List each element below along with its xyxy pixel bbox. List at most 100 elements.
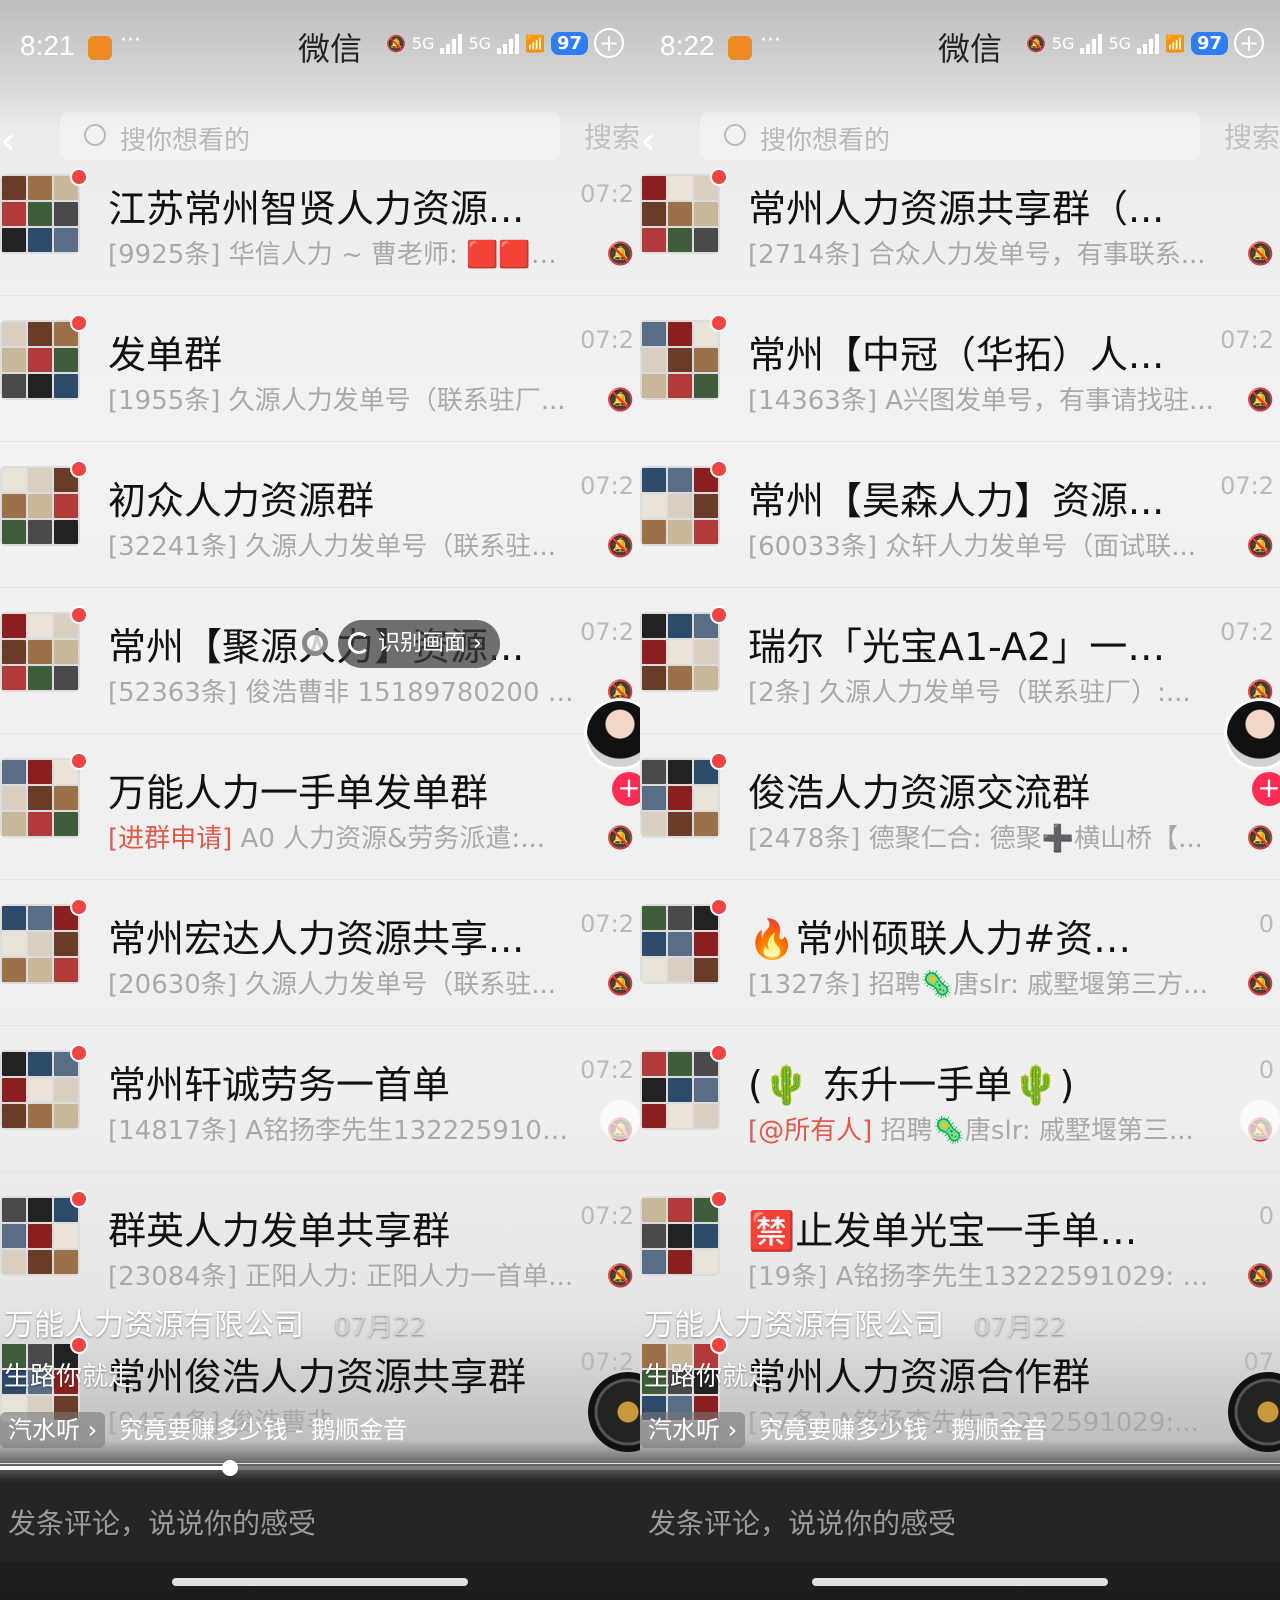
group-avatar[interactable] — [0, 1196, 80, 1276]
chat-name: 常州人力资源合作群 — [748, 1355, 1091, 1399]
chat-time: 07:2 — [1220, 472, 1274, 500]
chat-row[interactable]: 常州人力资源共享群（... [2714条] 合众人力发单号，有事联系... 🔕 — [640, 150, 1280, 296]
chat-preview: [1327条] 招聘🦠唐slr: 戚墅堰第三方... — [748, 964, 1218, 1001]
recognize-screen-button[interactable]: 识别画面 › — [338, 620, 500, 668]
chat-row[interactable]: 瑞尔「光宝A1-A2」一手... [2条] 久源人力发单号（联系驻厂）:... 07… — [640, 588, 1280, 734]
unread-dot-icon — [70, 460, 88, 478]
chat-preview-text: [14817条] A铭扬李先生13222591029... — [108, 1116, 578, 1146]
music-bar[interactable]: 汽水听 › 究竟要赚多少钱 - 鹅顺金音 — [0, 1410, 407, 1448]
group-avatar[interactable] — [640, 466, 720, 546]
comment-input[interactable]: 发条评论，说说你的感受 — [640, 1482, 1280, 1562]
chat-name: 常州【昊森人力】资源... — [748, 479, 1165, 523]
group-avatar[interactable] — [640, 1196, 720, 1276]
progress-knob[interactable] — [222, 1460, 239, 1476]
chat-name: 群英人力发单共享群 — [108, 1209, 451, 1253]
chat-name: 🈲止发单光宝一手单发... — [748, 1209, 1168, 1253]
chat-preview: [60033条] 众轩人力发单号（面试联... — [748, 526, 1218, 563]
mute-bell-icon: 🔕 — [606, 534, 634, 559]
video-progress[interactable] — [0, 1460, 640, 1476]
group-avatar[interactable] — [640, 1050, 720, 1130]
chat-row[interactable]: 初众人力资源群 [32241条] 久源人力发单号（联系驻... 07:2 🔕 — [0, 442, 640, 588]
chat-preview-text: A0 人力资源&劳务派遣:... — [232, 824, 545, 854]
mute-bell-icon: 🔕 — [1246, 972, 1274, 997]
unread-dot-icon — [70, 898, 88, 916]
add-icon[interactable]: + — [1234, 28, 1264, 58]
chat-name: (🌵 东升一手单🌵) — [748, 1063, 1075, 1107]
chat-preview: [14363条] A兴图发单号，有事请找驻... — [748, 380, 1218, 417]
group-avatar[interactable] — [0, 174, 80, 254]
chat-name: 常州【中冠（华拓）人... — [748, 333, 1165, 377]
unread-dot-icon — [710, 606, 728, 624]
chat-preview: [32241条] 久源人力发单号（联系驻... — [108, 526, 578, 563]
chat-time: 07:2 — [580, 472, 634, 500]
chat-preview: [23084条] 正阳人力: 正阳人力一首单... — [108, 1256, 578, 1293]
comment-input[interactable]: 发条评论，说说你的感受 — [0, 1482, 640, 1562]
follow-plus-icon[interactable]: + — [612, 772, 640, 806]
chat-time: 07:2 — [580, 618, 634, 646]
chat-row[interactable]: 俊浩人力资源交流群 [2478条] 德聚仁合: 德聚➕横山桥【... 🔕 — [640, 734, 1280, 880]
follow-plus-icon[interactable]: + — [1252, 772, 1280, 806]
add-icon[interactable]: + — [594, 28, 624, 58]
mute-bell-icon: 🔕 — [606, 388, 634, 413]
signal-icon-2 — [1137, 32, 1160, 54]
chat-row[interactable]: 万能人力一手单发单群 [进群申请] A0 人力资源&劳务派遣:... 🔕 — [0, 734, 640, 880]
network-label: 5G — [1051, 33, 1075, 53]
group-avatar[interactable] — [640, 758, 720, 838]
group-avatar[interactable] — [0, 612, 80, 692]
group-avatar[interactable] — [0, 758, 80, 838]
chat-row[interactable]: 常州宏达人力资源共享... [20630条] 久源人力发单号（联系驻... 07:2… — [0, 880, 640, 1026]
chat-preview-text: [19条] A铭扬李先生13222591029: 铭... — [748, 1262, 1218, 1292]
group-avatar[interactable] — [640, 904, 720, 984]
chat-name: 常州俊浩人力资源共享群 — [108, 1355, 527, 1399]
unread-dot-icon — [70, 168, 88, 186]
chat-time: 0 — [1258, 1202, 1274, 1230]
chat-preview-text: [2条] 久源人力发单号（联系驻厂）:... — [748, 678, 1191, 708]
chat-row[interactable]: 常州【昊森人力】资源... [60033条] 众轩人力发单号（面试联... 07:2… — [640, 442, 1280, 588]
group-avatar[interactable] — [0, 466, 80, 546]
battery-indicator: 97 — [550, 31, 588, 55]
unread-dot-icon — [710, 1044, 728, 1062]
chat-preview: [1955条] 久源人力发单号（联系驻厂... — [108, 380, 578, 417]
group-avatar[interactable] — [640, 320, 720, 400]
group-avatar[interactable] — [0, 1050, 80, 1130]
mute-bell-icon: 🔕 — [1246, 388, 1274, 413]
chat-row[interactable]: 常州轩诚劳务一首单 [14817条] A铭扬李先生13222591029... 07… — [0, 1026, 640, 1172]
chat-preview: [2478条] 德聚仁合: 德聚➕横山桥【... — [748, 818, 1218, 855]
mute-bell-icon: 🔕 — [1246, 534, 1274, 559]
chat-row[interactable]: 群英人力发单共享群 [23084条] 正阳人力: 正阳人力一首单... 07:2 🔕 — [0, 1172, 640, 1318]
chat-row[interactable]: 常州【中冠（华拓）人... [14363条] A兴图发单号，有事请找驻... 07:… — [640, 296, 1280, 442]
chat-preview-text: [1327条] 招聘🦠唐slr: 戚墅堰第三方... — [748, 970, 1208, 1000]
music-source-chip[interactable]: 汽水听 › — [640, 1412, 746, 1448]
music-bar[interactable]: 汽水听 › 究竟要赚多少钱 - 鹅顺金音 — [640, 1410, 1048, 1448]
chat-preview: [2714条] 合众人力发单号，有事联系... — [748, 234, 1218, 271]
chat-row[interactable]: 🔥常州硕联人力#资源群... [1327条] 招聘🦠唐slr: 戚墅堰第三方...… — [640, 880, 1280, 1026]
unread-dot-icon — [70, 1190, 88, 1208]
chat-preview-text: [9925条] 华信人力 ~ 曹老师: 🟥🟥华... — [108, 240, 578, 270]
home-indicator — [172, 1578, 468, 1586]
star-icon — [1240, 1100, 1280, 1140]
music-title: 究竟要赚多少钱 - 鹅顺金音 — [759, 1416, 1048, 1444]
unread-dot-icon — [70, 314, 88, 332]
wifi-icon: 📶 — [525, 33, 545, 53]
chat-row[interactable]: 发单群 [1955条] 久源人力发单号（联系驻厂... 07:2 🔕 — [0, 296, 640, 442]
chat-row[interactable]: (🌵 东升一手单🌵)[@所有人] 招聘🦠唐slr: 戚墅堰第三...0🔕 — [640, 1026, 1280, 1172]
signal-icon-2 — [497, 32, 520, 54]
group-avatar[interactable] — [640, 174, 720, 254]
group-avatar[interactable] — [0, 904, 80, 984]
group-avatar[interactable] — [0, 320, 80, 400]
chat-preview: [进群申请] A0 人力资源&劳务派遣:... — [108, 818, 578, 855]
chat-time: 07:2 — [580, 1202, 634, 1230]
chat-preview: [19条] A铭扬李先生13222591029: 铭... — [748, 1256, 1218, 1293]
chat-row[interactable]: 江苏常州智贤人力资源... [9925条] 华信人力 ~ 曹老师: 🟥🟥华... 0… — [0, 150, 640, 296]
chat-preview-text: [32241条] 久源人力发单号（联系驻... — [108, 532, 557, 562]
chat-name: 常州宏达人力资源共享... — [108, 917, 525, 961]
home-indicator — [812, 1578, 1108, 1586]
mute-icon: 🔕 — [1025, 33, 1046, 53]
chat-row[interactable]: 🈲止发单光宝一手单发... [19条] A铭扬李先生13222591029: 铭.… — [640, 1172, 1280, 1318]
music-source-chip[interactable]: 汽水听 › — [0, 1412, 106, 1448]
chat-row[interactable]: 常州【聚源人力】资源...[52363条] 俊浩曹非 15189780200 🎇… — [0, 588, 640, 734]
group-avatar[interactable] — [640, 612, 720, 692]
video-progress[interactable] — [640, 1466, 1280, 1470]
chat-tag: [@所有人] — [748, 1116, 873, 1146]
video-description: 生路你就走 — [644, 1362, 775, 1392]
